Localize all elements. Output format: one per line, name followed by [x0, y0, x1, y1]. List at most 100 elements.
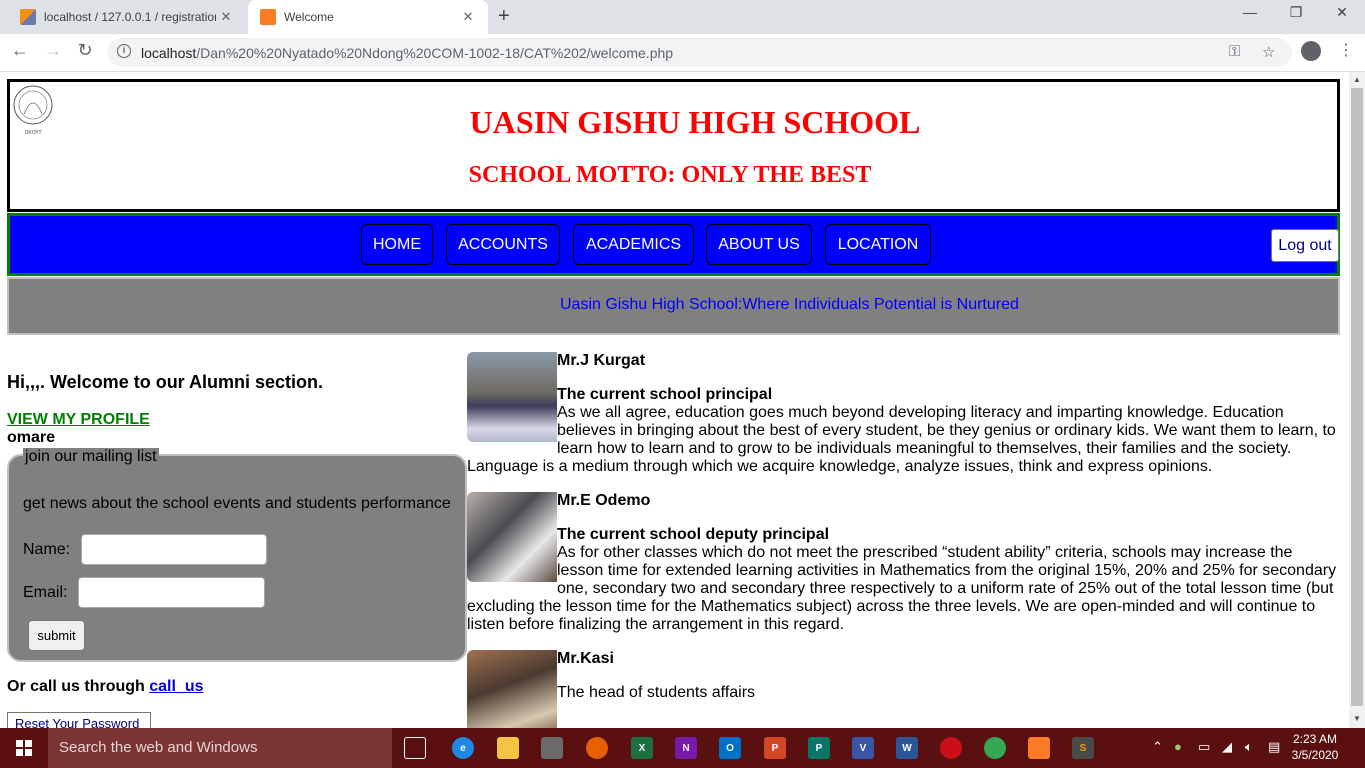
key-icon[interactable]: ⚿: [1229, 43, 1240, 60]
windows-logo-icon: [16, 740, 32, 756]
banner-text: Uasin Gishu High School:Where Individual…: [560, 296, 1019, 313]
principal-photo: [467, 352, 557, 442]
battery-icon[interactable]: ▭: [1198, 739, 1210, 755]
word-icon[interactable]: W: [896, 737, 918, 759]
clock-date: 3/5/2020: [1291, 748, 1339, 762]
site-info-icon[interactable]: i: [117, 44, 131, 58]
xampp-favicon-icon: [260, 9, 276, 25]
nav-home[interactable]: HOME: [361, 224, 433, 265]
powerpoint-icon[interactable]: P: [764, 737, 786, 759]
reset-password-button[interactable]: Reset Your Password: [7, 712, 151, 728]
welcome-heading: Hi,,,. Welcome to our Alumni section.: [7, 372, 324, 392]
store-icon[interactable]: [541, 737, 563, 759]
nav-academics[interactable]: ACADEMICS: [573, 224, 694, 265]
submit-button[interactable]: submit: [28, 620, 85, 651]
url-text: localhost/Dan%20%20Nyatado%20Ndong%20COM…: [141, 45, 673, 61]
staff-role: The current school principal: [557, 386, 773, 403]
xampp-icon[interactable]: [1028, 737, 1050, 759]
close-window-button[interactable]: ✕: [1319, 4, 1365, 21]
keyboard-icon[interactable]: ▤: [1268, 739, 1280, 755]
tab-title: Welcome: [284, 10, 334, 24]
staff-entry-deputy: Mr.E Odemo The current school deputy pri…: [467, 492, 1342, 634]
bookmark-star-icon[interactable]: ☆: [1262, 43, 1275, 61]
new-tab-button[interactable]: +: [498, 5, 510, 28]
name-input[interactable]: [81, 534, 267, 565]
task-view-icon[interactable]: [404, 737, 426, 759]
clock-time: 2:23 AM: [1292, 732, 1338, 746]
windows-taskbar: Search the web and Windows e X N O P P V…: [0, 728, 1365, 768]
onenote-icon[interactable]: N: [675, 737, 697, 759]
mailing-list-legend: join our mailing list: [23, 448, 159, 466]
scroll-down-icon[interactable]: ▼: [1353, 714, 1361, 723]
name-label: Name:: [23, 541, 71, 558]
staff-bio: As for other classes which do not meet t…: [467, 544, 1337, 633]
url-host: localhost: [141, 45, 197, 61]
tab-welcome[interactable]: Welcome ✕: [248, 0, 488, 34]
email-input[interactable]: [78, 577, 265, 608]
mailing-list-description: get news about the school events and stu…: [23, 495, 451, 512]
students-affairs-photo: [467, 650, 557, 728]
excel-icon[interactable]: X: [631, 737, 653, 759]
mailing-list-form: join our mailing list get news about the…: [7, 448, 467, 662]
deputy-photo: [467, 492, 557, 582]
call-us-text: Or call us through call_us: [7, 678, 204, 696]
nav-accounts[interactable]: ACCOUNTS: [446, 224, 560, 265]
reload-icon[interactable]: ↻: [73, 40, 97, 61]
taskbar-search-box[interactable]: Search the web and Windows: [48, 728, 392, 768]
outlook-icon[interactable]: O: [719, 737, 741, 759]
staff-role: The current school deputy principal: [557, 526, 830, 543]
url-path: /Dan%20%20Nyatado%20Ndong%20COM-1002-18/…: [196, 45, 674, 61]
page-viewport: DROYT UASIN GISHU HIGH SCHOOL SCHOOL MOT…: [0, 72, 1349, 728]
forward-arrow-icon[interactable]: →: [41, 40, 65, 61]
site-header: DROYT UASIN GISHU HIGH SCHOOL SCHOOL MOT…: [7, 79, 1340, 212]
file-explorer-icon[interactable]: [497, 737, 519, 759]
nav-location[interactable]: LOCATION: [825, 224, 931, 265]
restore-button[interactable]: ❐: [1273, 4, 1319, 21]
staff-name: Mr.Kasi: [557, 650, 614, 667]
visio-icon[interactable]: V: [852, 737, 874, 759]
sublime-text-icon[interactable]: S: [1072, 737, 1094, 759]
username-text: omare: [7, 429, 56, 446]
staff-name: Mr.E Odemo: [557, 492, 651, 509]
page-scrollbar[interactable]: ▲ ▼: [1349, 72, 1365, 728]
call-us-prefix: Or call us through: [7, 678, 150, 695]
network-icon[interactable]: ◢: [1222, 739, 1232, 755]
scrollbar-thumb[interactable]: [1351, 88, 1363, 706]
staff-bio: As we all agree, education goes much bey…: [467, 404, 1336, 475]
close-tab-icon[interactable]: ✕: [216, 9, 236, 25]
view-profile-link[interactable]: VIEW MY PROFILE: [7, 411, 150, 429]
staff-name: Mr.J Kurgat: [557, 352, 646, 369]
tray-chevron-icon[interactable]: ⌃: [1152, 739, 1163, 755]
browser-toolbar: ← → ↻ i localhost/Dan%20%20Nyatado%20Ndo…: [0, 34, 1365, 72]
logout-button[interactable]: Log out: [1271, 229, 1339, 262]
profile-avatar-icon[interactable]: [1301, 41, 1321, 61]
start-button[interactable]: [0, 728, 48, 768]
tab-title: localhost / 127.0.0.1 / registration: [44, 10, 216, 24]
opera-icon[interactable]: [940, 737, 962, 759]
marquee-banner: Uasin Gishu High School:Where Individual…: [7, 277, 1340, 335]
chrome-icon[interactable]: [984, 737, 1006, 759]
menu-kebab-icon[interactable]: ⋮: [1338, 40, 1354, 60]
tab-phpmyadmin[interactable]: localhost / 127.0.0.1 / registration ✕: [8, 0, 246, 34]
edge-browser-icon[interactable]: e: [452, 737, 474, 759]
back-arrow-icon[interactable]: ←: [8, 40, 32, 61]
publisher-icon[interactable]: P: [808, 737, 830, 759]
volume-icon[interactable]: 🔈︎: [1245, 739, 1253, 755]
email-label: Email:: [23, 584, 68, 601]
phpmyadmin-favicon-icon: [20, 9, 36, 25]
address-bar[interactable]: i localhost/Dan%20%20Nyatado%20Ndong%20C…: [107, 38, 1292, 67]
staff-bio: The head of students affairs: [557, 684, 756, 701]
call-us-link[interactable]: call_us: [149, 678, 203, 695]
staff-entry-students-affairs: Mr.Kasi The head of students affairs: [467, 650, 1342, 728]
tray-app-icon[interactable]: ●: [1174, 739, 1182, 754]
browser-tabstrip: localhost / 127.0.0.1 / registration ✕ W…: [0, 0, 1365, 34]
staff-entry-principal: Mr.J Kurgat The current school principal…: [467, 352, 1342, 476]
main-navigation: HOME ACCOUNTS ACADEMICS ABOUT US LOCATIO…: [7, 213, 1340, 276]
minimize-button[interactable]: —: [1227, 4, 1273, 20]
close-tab-icon[interactable]: ✕: [458, 9, 478, 25]
nav-about-us[interactable]: ABOUT US: [706, 224, 812, 265]
school-motto-heading: SCHOOL MOTTO: ONLY THE BEST: [468, 162, 872, 188]
scroll-up-icon[interactable]: ▲: [1353, 75, 1361, 84]
firefox-icon[interactable]: [586, 737, 608, 759]
taskbar-clock[interactable]: 2:23 AM 3/5/2020: [1290, 731, 1340, 763]
